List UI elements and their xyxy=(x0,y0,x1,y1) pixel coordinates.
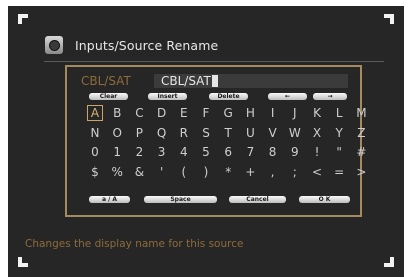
cursor-right-button[interactable]: → xyxy=(313,93,347,100)
frame-corner-top-left xyxy=(18,14,28,24)
key-0-1[interactable]: B xyxy=(109,105,125,121)
delete-button[interactable]: Delete xyxy=(209,93,248,100)
key-1-11[interactable]: Y xyxy=(331,125,347,141)
key-1-0[interactable]: N xyxy=(87,125,103,141)
rename-keyboard-panel: CBL/SAT CBL/SAT Clear Insert Delete ← → … xyxy=(65,65,367,217)
key-1-2[interactable]: P xyxy=(131,125,147,141)
text-cursor xyxy=(211,75,218,87)
key-1-1[interactable]: O xyxy=(109,125,125,141)
key-2-4[interactable]: 4 xyxy=(176,144,192,160)
key-0-5[interactable]: F xyxy=(198,105,214,121)
menu-header: Inputs/Source Rename xyxy=(45,35,218,55)
key-2-10[interactable]: ! xyxy=(309,144,325,160)
key-3-3[interactable]: ' xyxy=(154,164,170,180)
key-0-12[interactable]: M xyxy=(353,105,369,121)
page-title: Inputs/Source Rename xyxy=(75,37,219,53)
ok-button[interactable]: O K xyxy=(299,196,350,203)
name-row: CBL/SAT CBL/SAT xyxy=(81,73,351,89)
key-0-4[interactable]: E xyxy=(176,105,192,121)
space-button[interactable]: Space xyxy=(144,196,217,203)
key-1-12[interactable]: Z xyxy=(353,125,369,141)
clear-button[interactable]: Clear xyxy=(89,93,128,100)
osd-screen: Inputs/Source Rename CBL/SAT CBL/SAT Cle… xyxy=(8,6,404,277)
key-1-7[interactable]: U xyxy=(242,125,258,141)
frame-corner-bottom-right xyxy=(384,257,394,267)
key-2-11[interactable]: " xyxy=(331,144,347,160)
input-source-icon xyxy=(45,36,63,54)
key-1-10[interactable]: X xyxy=(309,125,325,141)
key-2-9[interactable]: 9 xyxy=(287,144,303,160)
key-1-9[interactable]: W xyxy=(287,125,303,141)
key-3-2[interactable]: & xyxy=(131,164,147,180)
key-3-0[interactable]: $ xyxy=(87,164,103,180)
key-2-2[interactable]: 2 xyxy=(131,144,147,160)
key-0-3[interactable]: D xyxy=(154,105,170,121)
key-1-3[interactable]: Q xyxy=(154,125,170,141)
key-0-8[interactable]: I xyxy=(265,105,281,121)
key-3-7[interactable]: + xyxy=(242,164,258,180)
key-1-4[interactable]: R xyxy=(176,125,192,141)
key-3-12[interactable]: > xyxy=(353,164,369,180)
key-2-6[interactable]: 6 xyxy=(220,144,236,160)
key-0-7[interactable]: H xyxy=(242,105,258,121)
key-2-8[interactable]: 8 xyxy=(265,144,281,160)
name-input-value: CBL/SAT xyxy=(161,74,211,88)
key-2-1[interactable]: 1 xyxy=(109,144,125,160)
key-2-7[interactable]: 7 xyxy=(242,144,258,160)
key-0-6[interactable]: G xyxy=(220,105,236,121)
cancel-button[interactable]: Cancel xyxy=(229,196,286,203)
insert-button[interactable]: Insert xyxy=(148,93,187,100)
key-1-5[interactable]: S xyxy=(198,125,214,141)
key-0-0[interactable]: A xyxy=(87,105,103,121)
key-3-10[interactable]: < xyxy=(309,164,325,180)
key-0-10[interactable]: K xyxy=(309,105,325,121)
key-2-3[interactable]: 3 xyxy=(154,144,170,160)
cursor-left-button[interactable]: ← xyxy=(268,93,307,100)
key-3-1[interactable]: % xyxy=(109,164,125,180)
key-2-12[interactable]: # xyxy=(353,144,369,160)
key-3-6[interactable]: * xyxy=(220,164,236,180)
key-3-5[interactable]: ) xyxy=(198,164,214,180)
current-name-label: CBL/SAT xyxy=(81,74,131,88)
key-0-11[interactable]: L xyxy=(331,105,347,121)
key-3-9[interactable]: ; xyxy=(287,164,303,180)
key-1-8[interactable]: V xyxy=(265,125,281,141)
help-text: Changes the display name for this source xyxy=(25,238,244,250)
header-divider xyxy=(44,61,384,62)
name-input-field[interactable]: CBL/SAT xyxy=(154,74,348,88)
key-0-9[interactable]: J xyxy=(287,105,303,121)
frame-corner-top-right xyxy=(384,14,394,24)
key-1-6[interactable]: T xyxy=(220,125,236,141)
key-2-0[interactable]: 0 xyxy=(87,144,103,160)
key-3-11[interactable]: = xyxy=(331,164,347,180)
case-toggle-button[interactable]: a / A xyxy=(89,196,130,203)
key-2-5[interactable]: 5 xyxy=(198,144,214,160)
key-0-2[interactable]: C xyxy=(131,105,147,121)
key-3-4[interactable]: ( xyxy=(176,164,192,180)
key-3-8[interactable]: , xyxy=(265,164,281,180)
frame-corner-bottom-left xyxy=(18,257,28,267)
